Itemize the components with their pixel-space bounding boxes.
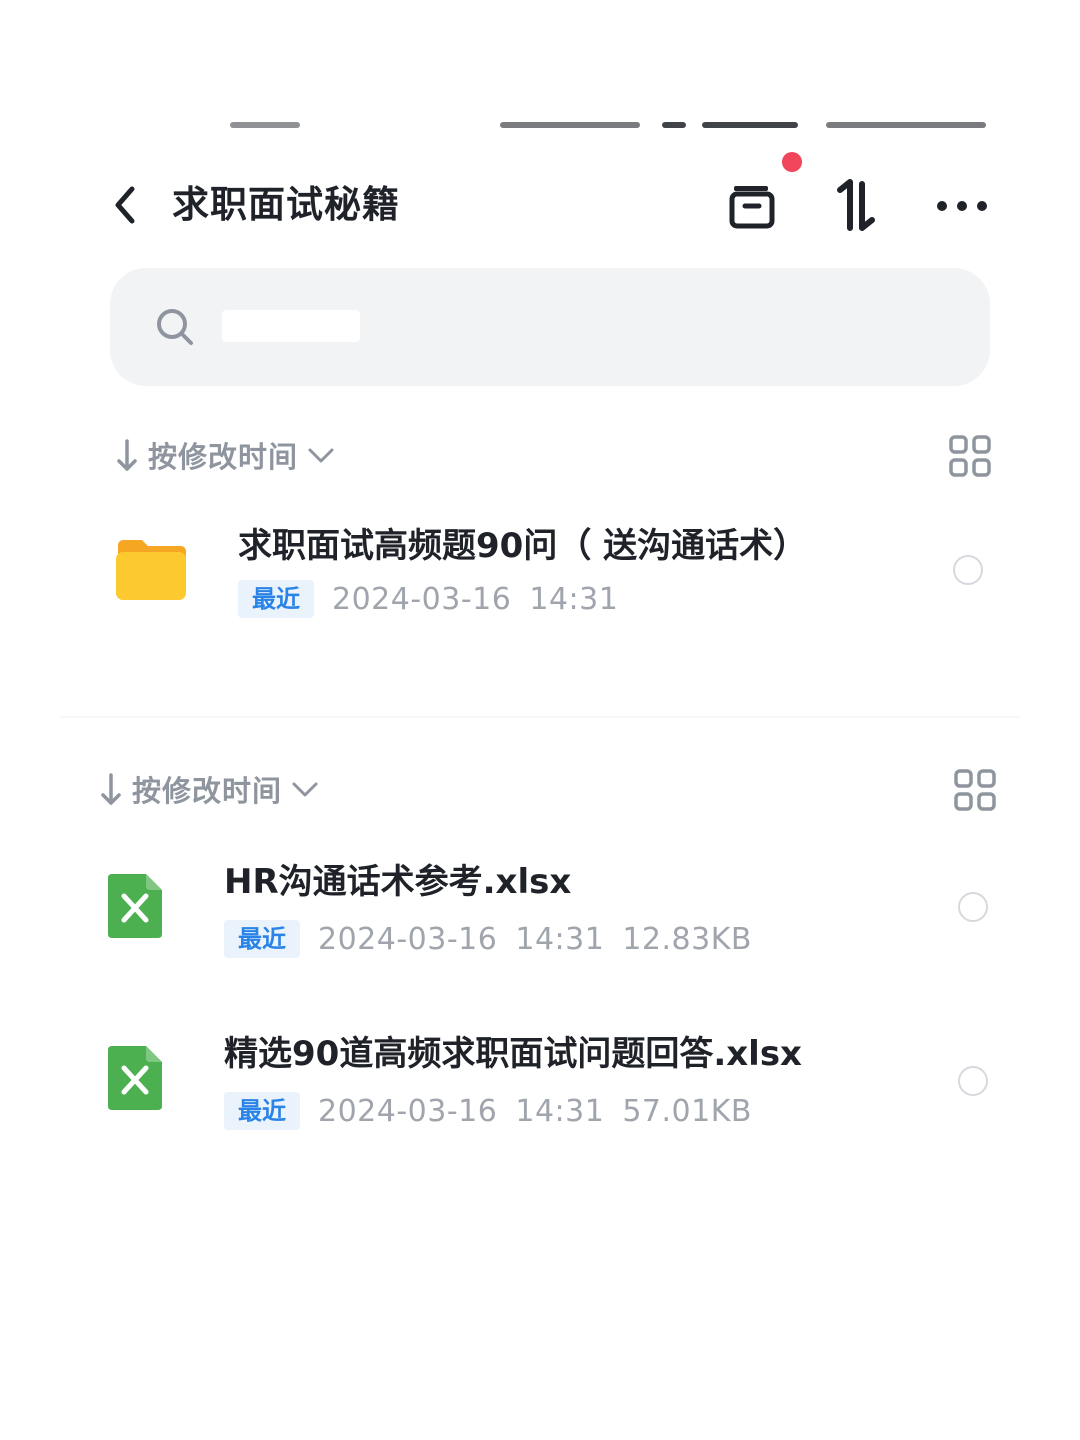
file-name: HR沟通话术参考.xlsx [224,862,572,902]
file-size: 57.01KB [622,1093,752,1129]
redacted-text [222,310,360,342]
arrow-down-icon [101,773,121,805]
file-name: 求职面试高频题90问（ 送沟通话术） [238,526,808,566]
sort-label: 按修改时间 [132,774,283,808]
sort-by-modified-dropdown[interactable]: 按修改时间 [112,430,336,480]
sort-label: 按修改时间 [148,440,299,474]
folder-icon [116,540,186,600]
chevron-down-icon [292,782,318,797]
file-date: 2024-03-16 [318,1093,498,1129]
grid-view-icon[interactable] [953,768,997,812]
notification-dot [782,152,802,172]
arrow-down-icon [117,439,137,471]
file-row-xlsx[interactable]: HR沟通话术参考.xlsx 最近 2024-03-16 14:31 12.83K… [0,850,1080,970]
file-time: 14:31 [529,581,619,617]
section-divider [60,716,1020,718]
recent-badge: 最近 [238,580,314,618]
more-button[interactable] [934,178,990,234]
file-row-xlsx[interactable]: 精选90道高频求职面试问题回答.xlsx 最近 2024-03-16 14:31… [0,1022,1080,1142]
file-size: 12.83KB [622,921,752,957]
excel-file-icon [108,1046,162,1110]
select-radio[interactable] [958,1066,988,1096]
top-nav-bar: 求职面试秘籍 [0,152,1080,250]
search-icon [157,309,193,345]
file-meta: 最近 2024-03-16 14:31 57.01KB [224,1092,752,1130]
file-meta: 最近 2024-03-16 14:31 [238,580,618,618]
file-time: 14:31 [515,921,605,957]
sort-icon [837,179,875,231]
file-time: 14:31 [515,1093,605,1129]
chevron-down-icon [308,448,334,463]
file-name: 精选90道高频求职面试问题回答.xlsx [224,1034,802,1074]
back-button[interactable] [100,180,150,230]
select-radio[interactable] [953,555,983,585]
inbox-icon [729,186,775,229]
sort-by-modified-dropdown[interactable]: 按修改时间 [96,764,320,814]
file-row-folder[interactable]: 求职面试高频题90问（ 送沟通话术） 最近 2024-03-16 14:31 [0,510,1080,630]
file-meta: 最近 2024-03-16 14:31 12.83KB [224,920,752,958]
sort-button[interactable] [828,178,884,234]
chevron-left-icon [115,186,135,224]
grid-view-icon[interactable] [948,434,992,478]
page-title: 求职面试秘籍 [172,183,400,226]
select-radio[interactable] [958,892,988,922]
recent-badge: 最近 [224,1092,300,1130]
inbox-button[interactable] [724,178,780,234]
status-bar [0,118,1080,132]
file-date: 2024-03-16 [332,581,512,617]
file-date: 2024-03-16 [318,921,498,957]
more-icon [937,201,987,211]
excel-file-icon [108,874,162,938]
search-bar[interactable] [110,268,990,386]
recent-badge: 最近 [224,920,300,958]
